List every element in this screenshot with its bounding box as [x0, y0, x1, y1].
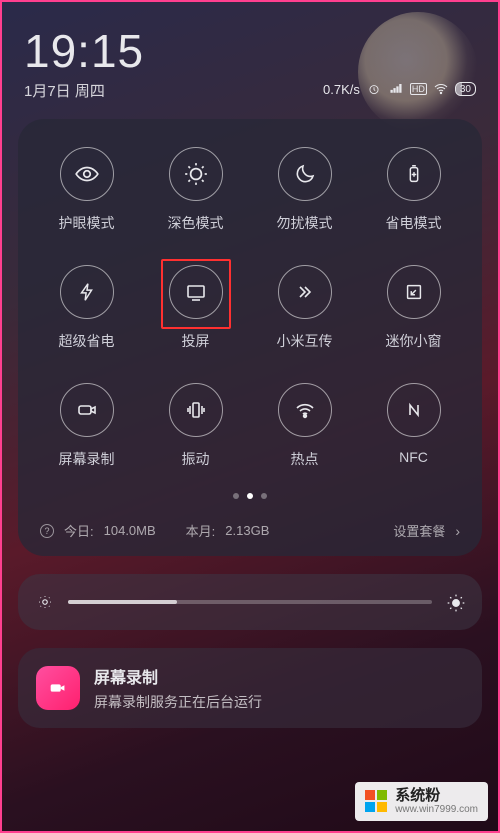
tile-screen-record[interactable]: 屏幕录制 — [34, 383, 139, 469]
status-right: 0.7K/s HD 30 — [323, 81, 476, 97]
usage-month-value: 2.13GB — [225, 523, 269, 538]
tile-label: 振动 — [182, 449, 210, 469]
tile-cast[interactable]: 投屏 — [143, 265, 248, 351]
signal-icon — [388, 81, 404, 97]
tile-mini-window[interactable]: 迷你小窗 — [361, 265, 466, 351]
tile-label: 省电模式 — [386, 213, 442, 233]
status-bar: 19:15 1月7日 周四 0.7K/s HD 30 — [2, 2, 498, 101]
tile-eye-comfort[interactable]: 护眼模式 — [34, 147, 139, 233]
watermark-brand: 系统粉 — [395, 788, 478, 805]
net-speed: 0.7K/s — [323, 82, 360, 97]
usage-today-label: 今日: — [64, 521, 94, 540]
chevron-right-icon: › — [455, 523, 460, 539]
usage-month-label: 本月: — [186, 521, 216, 540]
vibrate-icon — [169, 383, 223, 437]
tiles-grid: 护眼模式 深色模式 勿扰模式 省电模式 超级省电 — [30, 147, 470, 469]
notification-body: 屏幕录制服务正在后台运行 — [94, 692, 262, 712]
screen-record-app-icon — [36, 666, 80, 710]
brightness-high-icon — [446, 593, 464, 611]
tile-mishare[interactable]: 小米互传 — [252, 265, 357, 351]
usage-settings-link[interactable]: 设置套餐 — [393, 521, 445, 540]
tile-label: 热点 — [291, 449, 319, 469]
brightness-track[interactable] — [68, 600, 432, 604]
nfc-icon — [387, 383, 441, 437]
alarm-icon — [366, 81, 382, 97]
tile-label: 超级省电 — [59, 331, 115, 351]
watermark: 系统粉 www.win7999.com — [355, 782, 488, 822]
tile-label: 屏幕录制 — [59, 449, 115, 469]
mini-window-icon — [387, 265, 441, 319]
notification-title: 屏幕录制 — [94, 664, 262, 688]
record-icon — [60, 383, 114, 437]
tile-label: 小米互传 — [277, 331, 333, 351]
notification-card[interactable]: 屏幕录制 屏幕录制服务正在后台运行 — [18, 648, 482, 728]
tile-label: 勿扰模式 — [277, 213, 333, 233]
moon-icon — [278, 147, 332, 201]
tile-nfc[interactable]: NFC — [361, 383, 466, 469]
tile-label: 护眼模式 — [59, 213, 115, 233]
usage-today-value: 104.0MB — [104, 523, 156, 538]
tile-label: NFC — [399, 449, 428, 465]
hd-icon: HD — [410, 83, 427, 95]
page-dot-active — [247, 493, 253, 499]
quick-settings-panel: 护眼模式 深色模式 勿扰模式 省电模式 超级省电 — [18, 119, 482, 556]
wifi-icon — [433, 81, 449, 97]
bolt-icon — [60, 265, 114, 319]
microsoft-logo-icon — [365, 790, 387, 812]
hotspot-icon — [278, 383, 332, 437]
mishare-icon — [278, 265, 332, 319]
tile-label: 深色模式 — [168, 213, 224, 233]
tile-super-saver[interactable]: 超级省电 — [34, 265, 139, 351]
cast-icon — [169, 265, 223, 319]
page-dot — [261, 493, 267, 499]
tile-label: 投屏 — [182, 331, 210, 351]
tile-dark-mode[interactable]: 深色模式 — [143, 147, 248, 233]
tile-battery-saver[interactable]: 省电模式 — [361, 147, 466, 233]
tile-label: 迷你小窗 — [386, 331, 442, 351]
tile-dnd[interactable]: 勿扰模式 — [252, 147, 357, 233]
brightness-low-icon — [36, 593, 54, 611]
tile-hotspot[interactable]: 热点 — [252, 383, 357, 469]
dark-mode-icon — [169, 147, 223, 201]
clock: 19:15 — [24, 28, 144, 74]
page-indicator — [30, 493, 470, 499]
battery-icon — [387, 147, 441, 201]
data-usage-row[interactable]: ? 今日: 104.0MB 本月: 2.13GB 设置套餐 › — [30, 513, 470, 542]
brightness-slider[interactable] — [18, 574, 482, 630]
page-dot — [233, 493, 239, 499]
eye-icon — [60, 147, 114, 201]
date: 1月7日 周四 — [24, 80, 144, 101]
info-icon: ? — [40, 524, 54, 538]
battery-indicator: 30 — [455, 82, 476, 96]
watermark-url: www.win7999.com — [395, 804, 478, 815]
tile-vibrate[interactable]: 振动 — [143, 383, 248, 469]
